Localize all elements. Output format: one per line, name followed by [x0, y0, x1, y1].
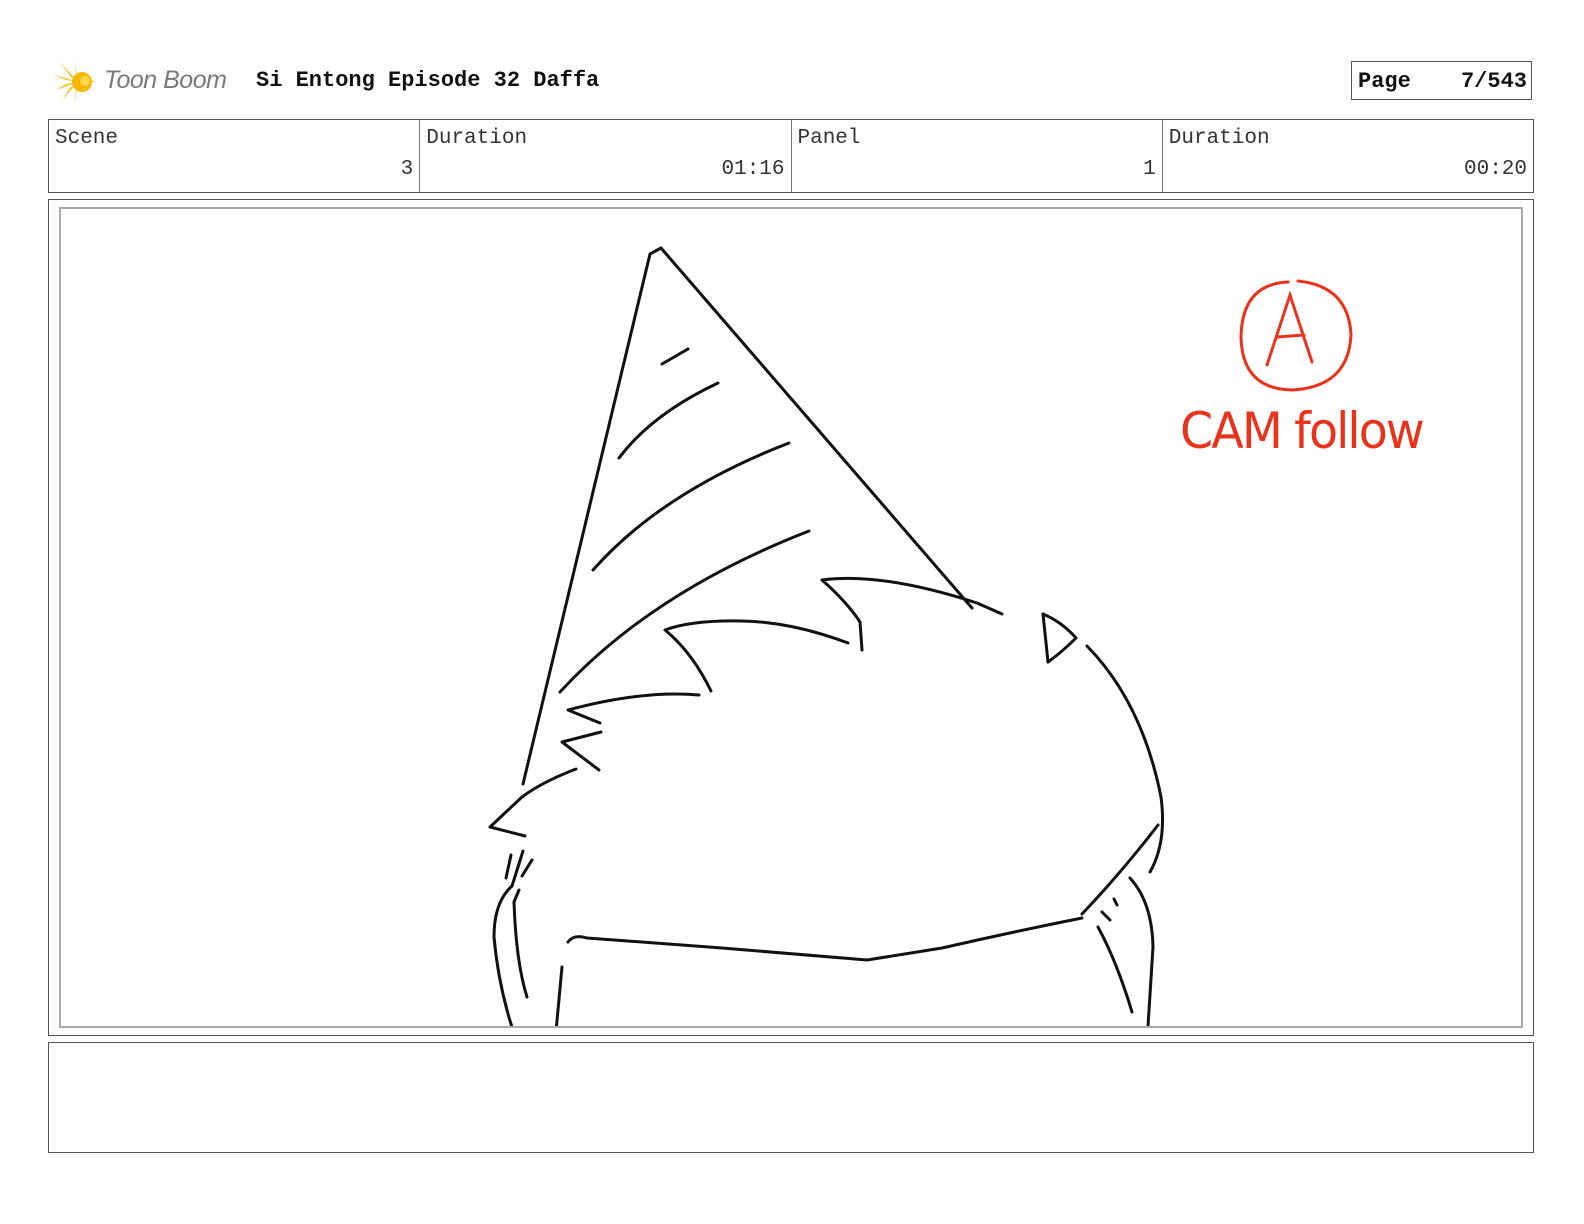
- panel-info-row: Scene 3 Duration 01:16 Panel 1 Duration …: [48, 119, 1534, 193]
- annotation-circle-a: [1239, 279, 1353, 392]
- panel-value: 1: [1143, 158, 1156, 181]
- page-number: 7/543: [1460, 69, 1527, 94]
- panel-duration-cell: Duration 00:20: [1163, 120, 1533, 192]
- panel-cell: Panel 1: [792, 120, 1163, 192]
- project-title: Si Entong Episode 32 Daffa: [256, 68, 600, 93]
- sketch-drawing: [488, 246, 1353, 1026]
- page-label: Page: [1358, 69, 1411, 94]
- panel-duration-value: 00:20: [1463, 158, 1527, 181]
- scene-cell: Scene 3: [49, 120, 421, 192]
- scene-duration-cell: Duration 01:16: [420, 120, 792, 192]
- hat-right-edge: [659, 246, 974, 610]
- brand-name: Toon Boom: [104, 66, 227, 94]
- panel-duration-label: Duration: [1168, 127, 1270, 150]
- scene-duration-label: Duration: [426, 127, 528, 150]
- scene-value: 3: [400, 158, 414, 181]
- scene-label: Scene: [55, 127, 119, 150]
- notes-box[interactable]: [48, 1042, 1534, 1153]
- page-indicator: Page 7/543: [1351, 61, 1532, 100]
- scene-duration-value: 01:16: [721, 158, 785, 181]
- camera-note: CAM follow: [1180, 402, 1425, 460]
- panel-image: [59, 207, 1523, 1028]
- hair-bottom: [566, 916, 1084, 962]
- panel-label: Panel: [797, 127, 861, 150]
- starburst-icon: [52, 58, 96, 106]
